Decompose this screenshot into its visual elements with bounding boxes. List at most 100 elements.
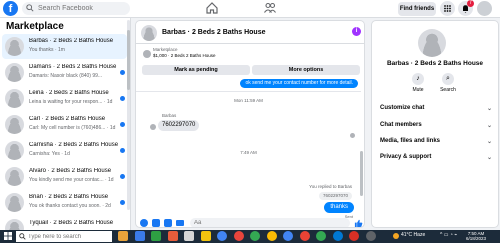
plus-icon[interactable] — [140, 219, 148, 227]
taskbar-app-icon[interactable] — [200, 231, 211, 241]
scrollbar-thumb[interactable] — [127, 30, 130, 90]
incoming-message[interactable]: 7602297070 — [158, 120, 200, 131]
conversation-snippet: You kindly send me your contac... · 1d — [29, 177, 114, 183]
profile-avatar[interactable] — [418, 29, 446, 57]
photo-icon[interactable] — [152, 219, 160, 227]
conversation-list-panel: Marketplace Barbas · 2 Beds 2 Baths Hous… — [0, 18, 131, 238]
section-media-files-links[interactable]: Media, files and links ⌄ — [380, 138, 492, 145]
conversation-snippet: You thanks · 1m — [29, 47, 65, 53]
taskbar-app-icon[interactable] — [349, 231, 359, 241]
info-icon[interactable]: i — [352, 27, 361, 36]
listing-title[interactable]: $1,000 · 2 Beds 2 Baths House — [153, 53, 216, 58]
unread-indicator — [120, 200, 125, 205]
avatar — [5, 89, 24, 108]
marketplace-label: Marketplace — [153, 47, 178, 52]
search-icon — [19, 233, 26, 240]
taskbar-app-icon[interactable] — [184, 231, 194, 241]
like-icon[interactable] — [354, 219, 363, 228]
mute-label: Mute — [412, 87, 424, 93]
taskbar-app-icon[interactable] — [167, 231, 178, 241]
mark-as-pending-button[interactable]: Mark as pending — [142, 65, 250, 75]
search-icon — [26, 4, 34, 12]
facebook-logo-icon[interactable]: f — [3, 1, 18, 16]
section-chat-members[interactable]: Chat members ⌄ — [380, 122, 492, 129]
avatar — [5, 167, 24, 186]
find-friends-button[interactable]: Find friends — [398, 2, 436, 16]
message-input[interactable] — [190, 218, 350, 227]
section-label: Customize chat — [380, 105, 425, 111]
conversation-item[interactable]: Alvaro · 2 Beds 2 Baths House You kindly … — [2, 164, 127, 189]
outgoing-message[interactable]: ok send me your contact number for more … — [240, 79, 358, 88]
conversation-item[interactable]: Leina · 2 Beds 2 Baths House Leina is wai… — [2, 86, 127, 111]
chevron-down-icon: ⌄ — [486, 139, 492, 145]
menu-button[interactable] — [440, 1, 455, 16]
clock-date: 6/18/2023 — [466, 236, 487, 241]
avatar — [5, 115, 24, 134]
profile-name[interactable]: Barbas · 2 Beds 2 Baths House — [372, 60, 498, 67]
taskbar-search-input[interactable] — [28, 232, 108, 241]
conversation-item[interactable]: Barbas · 2 Beds 2 Baths House You thanks … — [2, 34, 127, 59]
weather-icon — [393, 233, 399, 239]
taskbar-app-icon[interactable] — [118, 231, 128, 241]
conversation-item[interactable]: Carl · 2 Beds 2 Baths House Carl: My cell… — [2, 112, 127, 137]
conversation-name: Brian · 2 Beds 2 Baths House — [29, 194, 109, 200]
listing-thumbnail — [143, 50, 151, 58]
search-label: Search — [440, 87, 456, 93]
conversation-item[interactable]: Damaris · 2 Beds 2 Baths House Damaris: N… — [2, 60, 127, 85]
taskbar-app-icon[interactable] — [233, 231, 244, 241]
taskbar-app-icon[interactable] — [283, 231, 293, 241]
avatar — [141, 25, 157, 41]
conversation-snippet: Carnisha: Yes · 1d — [29, 151, 70, 157]
section-customize-chat[interactable]: Customize chat ⌄ — [380, 105, 492, 112]
avatar — [5, 193, 24, 212]
conversation-snippet: You ok thanks contact you soon. · 2d — [29, 203, 111, 209]
sender-name: Barbas — [162, 113, 177, 118]
friends-icon[interactable] — [263, 1, 277, 15]
taskbar-app-icon[interactable] — [332, 231, 343, 241]
account-avatar[interactable] — [477, 1, 492, 16]
taskbar-app-icon[interactable] — [316, 231, 326, 241]
message-composer — [136, 217, 364, 228]
more-options-button[interactable]: More options — [252, 65, 360, 75]
taskbar-search-box[interactable] — [16, 231, 112, 242]
quoted-message[interactable]: 7602297070 — [318, 192, 352, 200]
unread-indicator — [120, 122, 125, 127]
weather-widget[interactable]: 41°C Haze — [401, 232, 425, 238]
sticker-icon[interactable] — [164, 219, 172, 227]
outgoing-message[interactable]: thanks — [324, 202, 354, 213]
mute-action[interactable]: ♪ Mute — [406, 73, 430, 93]
home-icon[interactable] — [205, 1, 219, 15]
taskbar-app-icon[interactable] — [266, 231, 277, 241]
section-privacy-support[interactable]: Privacy & support ⌄ — [380, 154, 492, 161]
taskbar-app-icon[interactable] — [365, 231, 376, 241]
taskbar-app-icon[interactable] — [151, 231, 161, 241]
bell-icon: ♪ — [412, 73, 424, 85]
chat-scrollbar[interactable] — [360, 151, 363, 196]
conversation-list-scrollbar[interactable] — [127, 20, 130, 210]
search-input[interactable] — [38, 3, 126, 14]
section-label: Privacy & support — [380, 154, 432, 160]
gif-icon[interactable] — [176, 220, 184, 226]
system-tray-icons[interactable]: ^ ▭ ◔ ⌁ — [440, 232, 457, 238]
taskbar-app-icon[interactable] — [217, 231, 227, 241]
taskbar-app-icon[interactable] — [250, 231, 260, 241]
windows-start-icon[interactable] — [4, 232, 12, 240]
taskbar-app-icon[interactable] — [299, 231, 310, 241]
sender-avatar — [150, 124, 156, 130]
seen-avatar — [350, 133, 355, 138]
search-box[interactable] — [22, 2, 130, 15]
search-action[interactable]: ⌕ Search — [436, 73, 460, 93]
reply-indicator: You replied to Barbas — [309, 184, 352, 189]
unread-indicator — [120, 174, 125, 179]
avatar — [5, 63, 24, 82]
taskbar-clock[interactable]: 7:50 AM 6/18/2023 — [466, 231, 486, 241]
conversation-item[interactable]: Brian · 2 Beds 2 Baths House You ok thank… — [2, 190, 127, 215]
chat-title[interactable]: Barbas · 2 Beds 2 Baths House — [162, 29, 265, 36]
divider — [136, 91, 361, 92]
conversation-name: Carnisha · 2 Beds 2 Baths House — [29, 142, 119, 148]
conversation-name: Barbas · 2 Beds 2 Baths House — [29, 38, 114, 44]
chat-avatar[interactable] — [141, 25, 157, 41]
conversation-item[interactable]: Carnisha · 2 Beds 2 Baths House Carnisha:… — [2, 138, 127, 163]
chevron-down-icon: ⌄ — [486, 155, 492, 161]
taskbar-app-icon[interactable] — [134, 231, 145, 241]
